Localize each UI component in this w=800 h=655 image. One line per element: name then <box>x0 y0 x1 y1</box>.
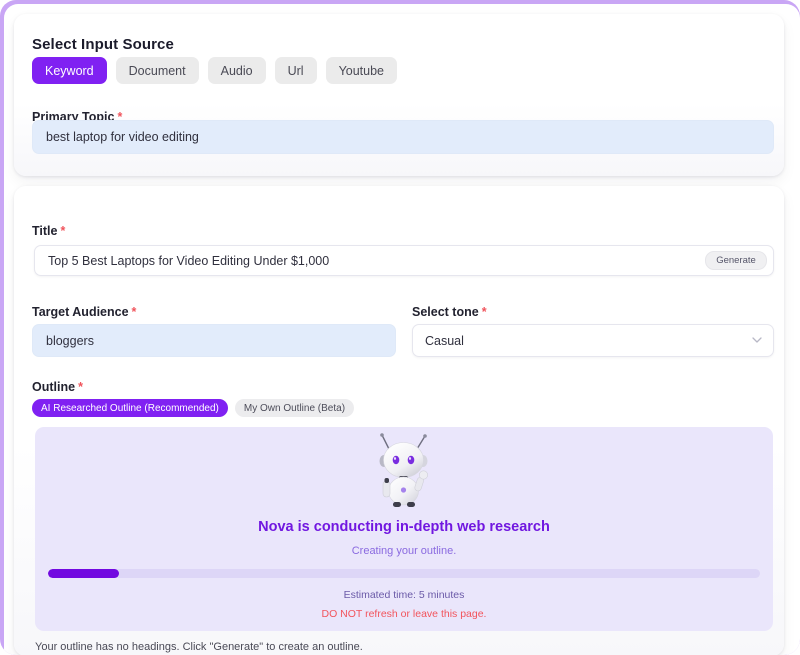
app-content-area: Select Input Source Primary Topic * Keywo… <box>4 4 800 655</box>
required-asterisk: * <box>481 305 487 319</box>
tone-select-value: Casual <box>425 333 464 348</box>
outline-empty-note: Your outline has no headings. Click "Gen… <box>35 641 363 653</box>
page-title: Select Input Source <box>32 36 174 53</box>
title-label-text: Title <box>32 224 58 238</box>
primary-topic-input[interactable]: best laptop for video editing <box>32 120 774 154</box>
generate-title-button[interactable]: Generate <box>705 251 767 270</box>
source-tab-audio[interactable]: Audio <box>207 57 266 84</box>
source-tab-keyword[interactable]: Keyword <box>32 57 107 84</box>
title-label: Title * <box>32 224 65 238</box>
required-asterisk: * <box>78 380 83 394</box>
outline-mode-tabs: AI Researched Outline (Recommended) My O… <box>32 399 355 417</box>
outline-tab-my-own[interactable]: My Own Outline (Beta) <box>234 399 355 417</box>
input-source-tabs: Keyword Document Audio Url Youtube <box>32 57 398 84</box>
estimated-time-label: Estimated time: 5 minutes <box>343 589 465 601</box>
required-asterisk: * <box>60 224 66 238</box>
title-input[interactable]: Top 5 Best Laptops for Video Editing Und… <box>34 245 774 276</box>
app-frame: Select Input Source Primary Topic * Keywo… <box>0 0 800 655</box>
select-tone-label: Select tone * <box>412 305 487 319</box>
select-tone-label-text: Select tone <box>412 305 479 319</box>
source-tab-youtube[interactable]: Youtube <box>325 57 398 84</box>
target-audience-label: Target Audience * <box>32 305 136 319</box>
research-progress-fill <box>48 569 120 578</box>
tone-select[interactable]: Casual <box>412 324 774 357</box>
outline-tab-ai-researched[interactable]: AI Researched Outline (Recommended) <box>32 399 228 417</box>
required-asterisk: * <box>131 305 137 319</box>
research-progress-bar[interactable] <box>48 569 760 578</box>
research-progress-panel: Nova is conducting in-depth web research… <box>35 427 773 631</box>
target-audience-input[interactable]: bloggers <box>32 324 396 357</box>
source-tab-url[interactable]: Url <box>274 57 317 84</box>
target-audience-label-text: Target Audience <box>32 305 129 319</box>
outline-label: Outline * <box>32 380 83 394</box>
source-tab-document[interactable]: Document <box>115 57 199 84</box>
refresh-warning-label: DO NOT refresh or leave this page. <box>321 608 487 620</box>
chevron-down-icon <box>752 337 762 343</box>
research-substatus: Creating your outline. <box>351 545 457 557</box>
outline-label-text: Outline <box>32 380 76 394</box>
robot-icon <box>379 433 428 507</box>
research-headline: Nova is conducting in-depth web research <box>258 519 550 535</box>
